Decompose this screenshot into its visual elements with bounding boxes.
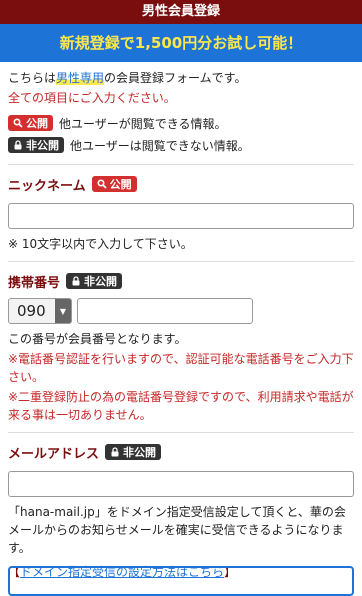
divider [8,164,354,165]
lock-icon [111,447,119,457]
legend-private-text: 他ユーザーは閲覧できない情報。 [70,138,250,153]
phone-prefix-select[interactable]: 090 ▼ [8,298,72,324]
email-info: 「hana-mail.jp」をドメイン指定受信設定して頂くと、華の会メールからの… [8,505,346,555]
page-title: 男性会員登録 [0,0,362,24]
private-badge: 非公開 [105,444,162,460]
triangle-down-icon: ▼ [55,299,71,323]
search-icon [97,179,107,189]
phone-info: この番号が会員番号となります。 [8,332,187,346]
nickname-note: ※ 10文字以内で入力して下さい。 [8,237,193,251]
phone-section-title: 携帯番号 非公開 [8,270,354,292]
private-badge-label: 非公開 [26,139,59,152]
public-badge-label: 公開 [26,117,48,130]
public-badge: 公開 [8,115,53,131]
next-section-box [8,566,354,596]
phone-number-input[interactable] [77,298,253,324]
intro-text: こちらは男性専用の会員登録フォームです。 [8,68,354,88]
legend-public: 公開 他ユーザーが閲覧できる情報。 [8,112,354,134]
legend-public-text: 他ユーザーが閲覧できる情報。 [59,116,227,131]
promo-banner: 新規登録で1,500円分お試し可能！ [0,24,362,62]
lock-icon [14,140,22,150]
private-badge-label: 非公開 [123,446,157,459]
email-input[interactable] [8,471,354,497]
phone-label: 携帯番号 [8,275,61,291]
email-label: メールアドレス [8,446,100,462]
public-badge: 公開 [91,176,137,192]
phone-note-no-calls: ※二重登録防止の為の電話番号登録ですので、利用請求や電話が来る事は一切ありません… [8,390,354,422]
phone-row: 090 ▼ [8,298,354,324]
divider [8,261,354,262]
nickname-section-title: ニックネーム 公開 [8,173,354,195]
email-section-title: メールアドレス 非公開 [8,441,354,463]
legend-private: 非公開 他ユーザーは閲覧できない情報。 [8,134,354,156]
private-badge-label: 非公開 [84,275,118,288]
intro-prefix: こちらは [8,71,57,85]
nickname-label: ニックネーム [8,178,86,194]
phone-prefix-value: 090 [17,302,46,320]
private-badge: 非公開 [8,137,64,153]
private-badge: 非公開 [66,273,123,289]
phone-note-verification: ※電話番号認証を行いますので、認証可能な電話番号をご入力下さい。 [8,352,354,384]
lock-icon [72,276,80,286]
required-warning: 全ての項目にご入力ください。 [8,91,176,105]
male-only-highlight: 男性専用 [56,71,105,85]
intro-suffix: の会員登録フォームです。 [104,71,247,85]
public-badge-label: 公開 [109,178,132,191]
divider [8,432,354,433]
search-icon [13,118,23,128]
registration-form: こちらは男性専用の会員登録フォームです。 全ての項目にご入力ください。 公開 他… [0,62,362,580]
nickname-input[interactable] [8,203,354,229]
